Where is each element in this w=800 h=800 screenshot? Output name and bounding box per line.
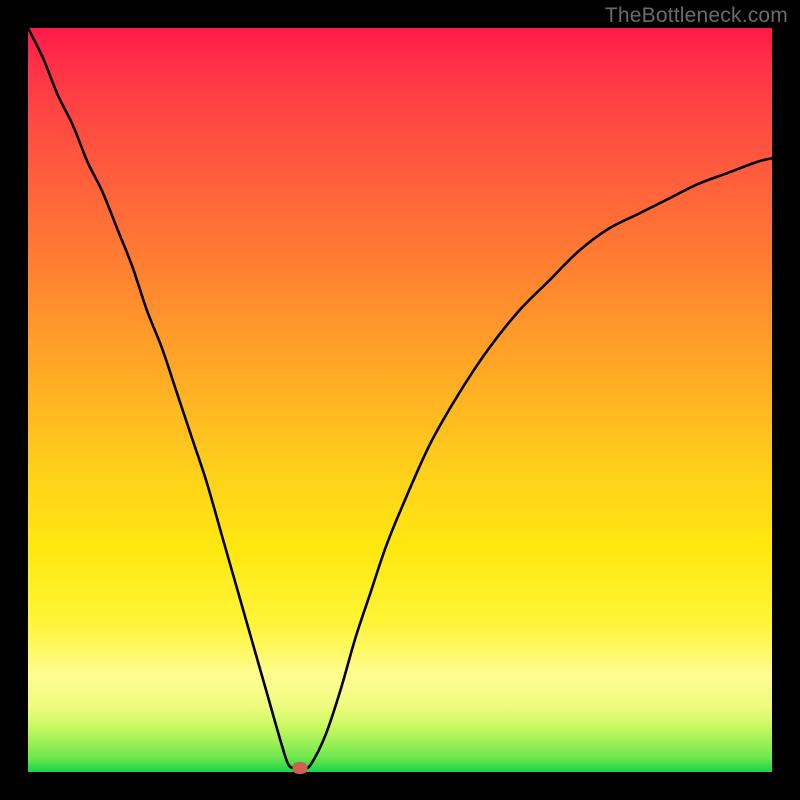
bottleneck-curve [28, 28, 772, 769]
curve-svg [28, 28, 772, 772]
chart-frame: TheBottleneck.com [0, 0, 800, 800]
plot-area [28, 28, 772, 772]
watermark-text: TheBottleneck.com [605, 4, 788, 28]
bottleneck-marker [292, 762, 307, 774]
